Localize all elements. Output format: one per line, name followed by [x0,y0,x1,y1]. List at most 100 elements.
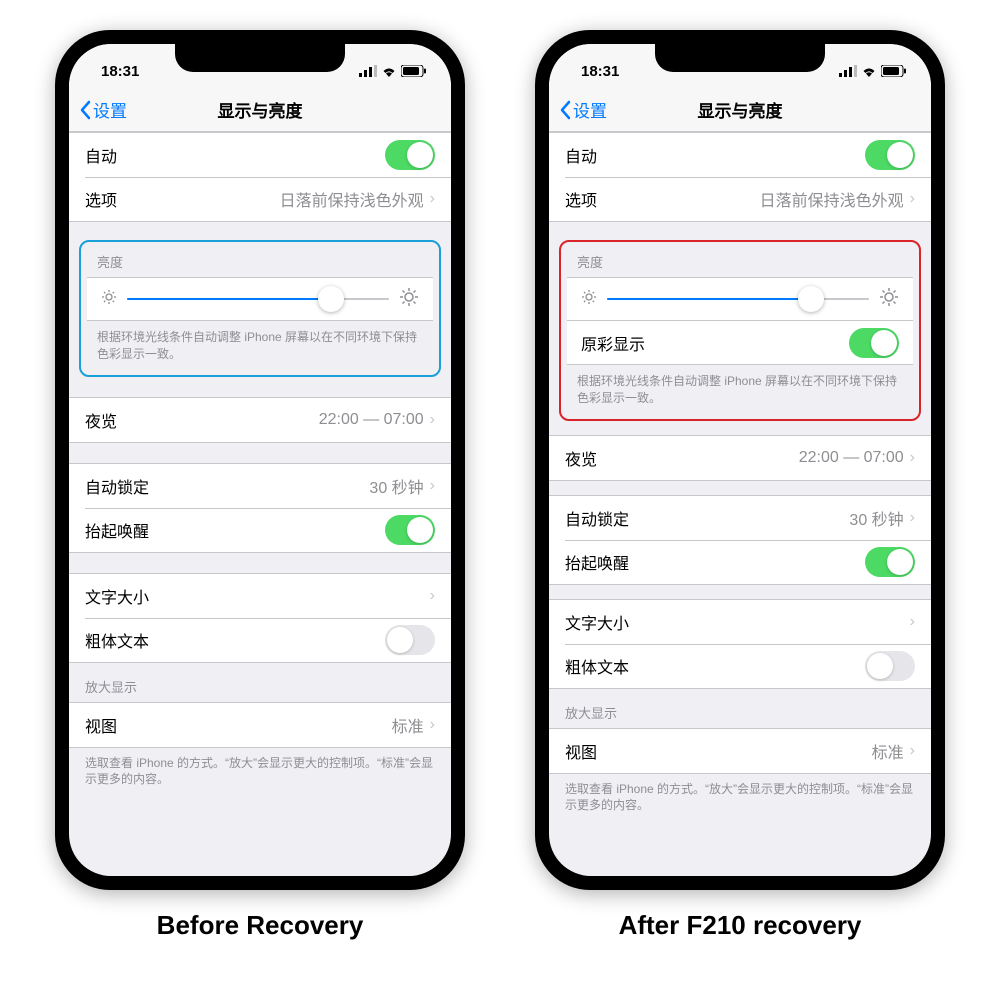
truetone-label: 原彩显示 [581,331,645,355]
caption-after: After F210 recovery [535,910,945,941]
brightness-slider-row[interactable] [87,277,433,321]
row-night[interactable]: 夜览 22:00 — 07:00 › [549,436,931,480]
page-title: 显示与亮度 [218,97,303,122]
bold-label: 粗体文本 [85,628,149,652]
bold-toggle[interactable] [385,625,435,655]
row-bold[interactable]: 粗体文本 [69,618,451,662]
view-label: 视图 [565,739,597,763]
brightness-highlight-after: 亮度 原彩显示 [559,240,921,421]
zoom-header: 放大显示 [69,663,451,702]
bold-toggle[interactable] [865,651,915,681]
textsize-label: 文字大小 [85,584,149,608]
row-autolock[interactable]: 自动锁定 30 秒钟 › [69,464,451,508]
zoom-header: 放大显示 [549,689,931,728]
brightness-highlight-before: 亮度 根据环境光线条件自动调整 iPhone 屏幕以在不同环 [79,240,441,377]
row-textsize[interactable]: 文字大小 › [549,600,931,644]
chevron-right-icon: › [430,477,435,495]
row-raise[interactable]: 抬起唤醒 [69,508,451,552]
status-icons [359,65,427,77]
settings-content: 自动 选项 日落前保持浅色外观 › 亮度 [549,132,931,876]
chevron-right-icon: › [910,742,915,760]
auto-label: 自动 [85,143,117,167]
brightness-header: 亮度 [87,250,433,277]
sun-small-icon [101,289,117,310]
signal-icon [359,65,377,77]
brightness-footer: 根据环境光线条件自动调整 iPhone 屏幕以在不同环境下保持色彩显示一致。 [87,321,433,365]
row-textsize[interactable]: 文字大小 › [69,574,451,618]
view-value: 标准 [392,713,424,737]
page-title: 显示与亮度 [698,97,783,122]
truetone-toggle[interactable] [849,328,899,358]
raise-label: 抬起唤醒 [85,518,149,542]
sun-large-icon [879,287,899,312]
brightness-slider-row[interactable] [567,277,913,321]
options-value: 日落前保持浅色外观 [760,187,904,211]
autolock-label: 自动锁定 [565,506,629,530]
caption-before: Before Recovery [55,910,465,941]
status-time: 18:31 [101,63,139,80]
textsize-label: 文字大小 [565,610,629,634]
chevron-right-icon: › [430,190,435,208]
notch [655,44,825,72]
chevron-right-icon: › [910,509,915,527]
autolock-label: 自动锁定 [85,474,149,498]
options-label: 选项 [565,187,597,211]
chevron-right-icon: › [910,613,915,631]
brightness-footer: 根据环境光线条件自动调整 iPhone 屏幕以在不同环境下保持色彩显示一致。 [567,365,913,409]
notch [175,44,345,72]
phone-before: 18:31 设置 显示与亮度 [55,30,465,890]
sun-large-icon [399,287,419,312]
raise-toggle[interactable] [385,515,435,545]
row-view[interactable]: 视图 标准 › [69,703,451,747]
status-icons [839,65,907,77]
zoom-footer: 选取查看 iPhone 的方式。“放大”会显示更大的控制项。“标准”会显示更多的… [69,748,451,799]
auto-label: 自动 [565,143,597,167]
auto-toggle[interactable] [385,140,435,170]
brightness-slider[interactable] [607,298,869,300]
chevron-right-icon: › [430,716,435,734]
autolock-value: 30 秒钟 [369,474,423,498]
battery-icon [401,65,427,77]
sun-small-icon [581,289,597,310]
wifi-icon [381,65,397,77]
back-button[interactable]: 设置 [559,97,607,122]
night-value: 22:00 — 07:00 [799,449,904,467]
night-label: 夜览 [85,408,117,432]
chevron-right-icon: › [430,411,435,429]
raise-toggle[interactable] [865,547,915,577]
zoom-footer: 选取查看 iPhone 的方式。“放大”会显示更大的控制项。“标准”会显示更多的… [549,774,931,825]
chevron-right-icon: › [910,449,915,467]
raise-label: 抬起唤醒 [565,550,629,574]
wifi-icon [861,65,877,77]
row-bold[interactable]: 粗体文本 [549,644,931,688]
nav-bar: 设置 显示与亮度 [69,88,451,132]
row-auto[interactable]: 自动 [549,133,931,177]
row-truetone[interactable]: 原彩显示 [567,321,913,365]
battery-icon [881,65,907,77]
settings-content: 自动 选项 日落前保持浅色外观 › 亮度 [69,132,451,876]
back-label: 设置 [93,97,127,122]
view-label: 视图 [85,713,117,737]
row-view[interactable]: 视图 标准 › [549,729,931,773]
row-night[interactable]: 夜览 22:00 — 07:00 › [69,398,451,442]
night-value: 22:00 — 07:00 [319,411,424,429]
row-raise[interactable]: 抬起唤醒 [549,540,931,584]
row-auto[interactable]: 自动 [69,133,451,177]
brightness-header: 亮度 [567,250,913,277]
row-options[interactable]: 选项 日落前保持浅色外观 › [69,177,451,221]
row-autolock[interactable]: 自动锁定 30 秒钟 › [549,496,931,540]
status-time: 18:31 [581,63,619,80]
auto-toggle[interactable] [865,140,915,170]
chevron-right-icon: › [910,190,915,208]
back-label: 设置 [573,97,607,122]
options-value: 日落前保持浅色外观 [280,187,424,211]
chevron-right-icon: › [430,587,435,605]
back-button[interactable]: 设置 [79,97,127,122]
bold-label: 粗体文本 [565,654,629,678]
brightness-slider[interactable] [127,298,389,300]
row-options[interactable]: 选项 日落前保持浅色外观 › [549,177,931,221]
options-label: 选项 [85,187,117,211]
view-value: 标准 [872,739,904,763]
phone-after: 18:31 设置 显示与亮度 [535,30,945,890]
nav-bar: 设置 显示与亮度 [549,88,931,132]
